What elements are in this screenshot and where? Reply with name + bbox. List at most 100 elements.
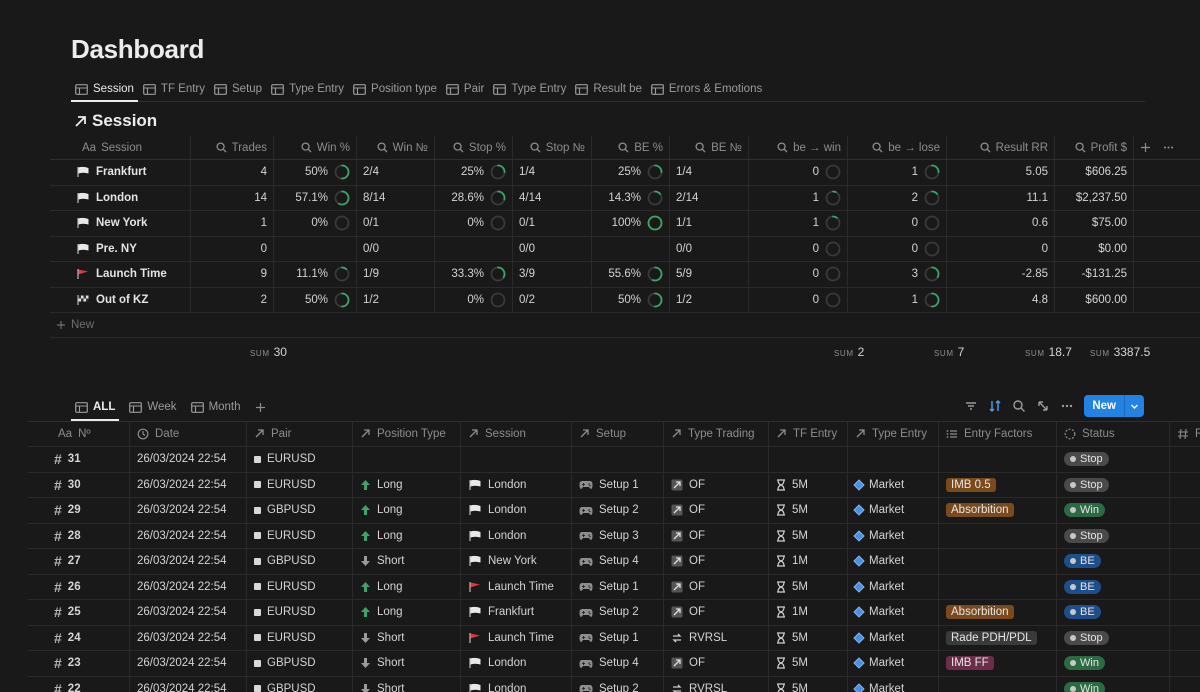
trade-row[interactable]: #31 26/03/2024 22:54 EURUSD Stop <box>28 447 1200 473</box>
search-icon[interactable] <box>1012 399 1026 413</box>
status-badge[interactable]: BE <box>1064 554 1101 569</box>
expand-icon[interactable] <box>1036 399 1050 413</box>
session-row[interactable]: New York 1 0% 0/1 0% 0/1 100% 1/1 1 0 0.6 $75.00 <box>50 211 1200 237</box>
trade-pair[interactable]: GBPUSD <box>247 549 353 574</box>
column-header-entry-factors[interactable]: Entry Factors <box>939 421 1057 446</box>
column-header-trades[interactable]: Trades <box>191 136 274 159</box>
trade-row[interactable]: #26 26/03/2024 22:54 EURUSD Long Launch Time… <box>28 574 1200 600</box>
session-section-title[interactable]: Session <box>73 111 157 131</box>
session-row[interactable]: London 14 57.1% 8/14 28.6% 4/14 14.3% 2/14 1 2 11.… <box>50 185 1200 211</box>
tab-week[interactable]: Week <box>125 395 180 419</box>
session-row[interactable]: Launch Time 9 11.1% 1/9 33.3% 3/9 55.6% 5/9 0 3 -2… <box>50 262 1200 288</box>
status-badge[interactable]: Stop <box>1064 477 1109 492</box>
session-cell-name[interactable]: Frankfurt <box>50 160 191 185</box>
column-header-be-lose[interactable]: be → lose <box>848 136 947 159</box>
column-header-profit-[interactable]: Profit $ <box>1055 136 1134 159</box>
trade-pair[interactable]: EURUSD <box>247 574 353 599</box>
tab-all[interactable]: ALL <box>71 395 120 421</box>
session-name[interactable]: New York <box>96 217 147 229</box>
trade-pair[interactable]: EURUSD <box>247 600 353 625</box>
add-view-button[interactable] <box>251 395 270 419</box>
trade-pair[interactable]: GBPUSD <box>247 651 353 676</box>
tab-errors-emotions[interactable]: Errors & Emotions <box>647 78 766 100</box>
trade-row[interactable]: #30 26/03/2024 22:54 EURUSD Long London Setup… <box>28 472 1200 498</box>
sum-label: SUM <box>1025 349 1045 358</box>
trade-pair[interactable]: EURUSD <box>247 447 353 472</box>
tab-month[interactable]: Month <box>187 395 245 419</box>
column-header-setup[interactable]: Setup <box>572 421 664 446</box>
column-header-pair[interactable]: Pair <box>247 421 353 446</box>
session-cell-name[interactable]: Out of KZ <box>50 287 191 312</box>
trade-row[interactable]: #25 26/03/2024 22:54 EURUSD Long Frankfurt Se… <box>28 600 1200 626</box>
tab-pair[interactable]: Pair <box>442 78 488 100</box>
column-header-result-rr[interactable]: Result RR <box>947 136 1055 159</box>
status-badge[interactable]: Stop <box>1064 528 1109 543</box>
session-cell-name[interactable]: New York <box>50 211 191 236</box>
status-badge[interactable]: Win <box>1064 503 1105 518</box>
column-header-win-[interactable]: Win № <box>357 136 435 159</box>
trade-row[interactable]: #23 26/03/2024 22:54 GBPUSD Short London Setu… <box>28 651 1200 677</box>
column-header-date[interactable]: Date <box>130 421 247 446</box>
trade-pair[interactable]: EURUSD <box>247 523 353 548</box>
column-header-type-trading[interactable]: Type Trading <box>664 421 769 446</box>
column-header-be-[interactable]: BE № <box>670 136 749 159</box>
filter-icon[interactable] <box>964 399 978 413</box>
tab-result-be[interactable]: Result be <box>571 78 646 100</box>
new-record-button[interactable]: New <box>1084 395 1144 417</box>
column-header-type-entry[interactable]: Type Entry <box>848 421 939 446</box>
session-name[interactable]: Pre. NY <box>96 243 137 255</box>
new-row-button[interactable]: New <box>50 313 1200 338</box>
column-header-position-type[interactable]: Position Type <box>353 421 461 446</box>
tab-type-entry[interactable]: Type Entry <box>489 78 570 100</box>
chevron-down-icon[interactable] <box>1124 395 1144 417</box>
status-badge[interactable]: BE <box>1064 605 1101 620</box>
session-cell-name[interactable]: Pre. NY <box>50 236 191 261</box>
trade-row[interactable]: #27 26/03/2024 22:54 GBPUSD Short New York Se… <box>28 549 1200 575</box>
trade-pair[interactable]: EURUSD <box>247 625 353 650</box>
trade-row[interactable]: #22 26/03/2024 22:54 GBPUSD Short London Setu… <box>28 676 1200 692</box>
trade-row[interactable]: #24 26/03/2024 22:54 EURUSD Short Launch Tim… <box>28 625 1200 651</box>
tab-type-entry[interactable]: Type Entry <box>267 78 348 100</box>
status-badge[interactable]: Stop <box>1064 630 1109 645</box>
session-name[interactable]: Out of KZ <box>96 294 148 306</box>
column-header-stop-[interactable]: Stop № <box>513 136 592 159</box>
session-row[interactable]: Out of KZ 2 50% 1/2 0% 0/2 50% 1/2 0 1 4.8 $600.00 <box>50 287 1200 313</box>
column-header-tf-entry[interactable]: TF Entry <box>769 421 848 446</box>
more-icon[interactable] <box>1163 142 1174 153</box>
more-icon[interactable] <box>1060 399 1074 413</box>
column-header-r[interactable]: R <box>1170 421 1200 446</box>
status-badge[interactable]: BE <box>1064 579 1101 594</box>
status-badge[interactable]: Win <box>1064 656 1105 671</box>
column-header-session[interactable]: Session <box>461 421 572 446</box>
cell-value: 4.8 <box>1032 293 1048 306</box>
column-header-be-win[interactable]: be → win <box>749 136 848 159</box>
session-cell-name[interactable]: London <box>50 185 191 210</box>
column-header-session[interactable]: Aa Session <box>50 136 191 159</box>
trade-pair[interactable]: GBPUSD <box>247 498 353 523</box>
column-header-n[interactable]: Aa Nº <box>28 421 130 446</box>
trade-pair[interactable]: GBPUSD <box>247 676 353 692</box>
column-header-be-[interactable]: BE % <box>592 136 670 159</box>
add-column-button[interactable] <box>1134 136 1177 159</box>
status-badge[interactable]: Stop <box>1064 452 1109 467</box>
session-name[interactable]: London <box>96 192 138 204</box>
session-name[interactable]: Frankfurt <box>96 166 146 178</box>
trade-row[interactable]: #29 26/03/2024 22:54 GBPUSD Long London Setup… <box>28 498 1200 524</box>
column-header-status[interactable]: Status <box>1057 421 1170 446</box>
tab-setup[interactable]: Setup <box>210 78 266 100</box>
trade-pair[interactable]: EURUSD <box>247 472 353 497</box>
sort-icon[interactable] <box>988 399 1002 413</box>
tab-session[interactable]: Session <box>71 78 138 102</box>
tf-value: 1M <box>792 606 808 619</box>
gamepad-icon <box>579 479 593 490</box>
session-cell-name[interactable]: Launch Time <box>50 262 191 287</box>
session-row[interactable]: Frankfurt 4 50% 2/4 25% 1/4 25% 1/4 0 1 5.05 $606.2… <box>50 160 1200 186</box>
trade-row[interactable]: #28 26/03/2024 22:54 EURUSD Long London Setup… <box>28 523 1200 549</box>
status-badge[interactable]: Win <box>1064 681 1105 692</box>
tab-position-type[interactable]: Position type <box>349 78 441 100</box>
column-header-stop-[interactable]: Stop % <box>435 136 513 159</box>
session-row[interactable]: Pre. NY 0 0/0 0/0 0/0 0 0 0 $0.00 <box>50 236 1200 262</box>
tab-tf-entry[interactable]: TF Entry <box>139 78 209 100</box>
session-name[interactable]: Launch Time <box>96 268 167 280</box>
column-header-win-[interactable]: Win % <box>274 136 357 159</box>
